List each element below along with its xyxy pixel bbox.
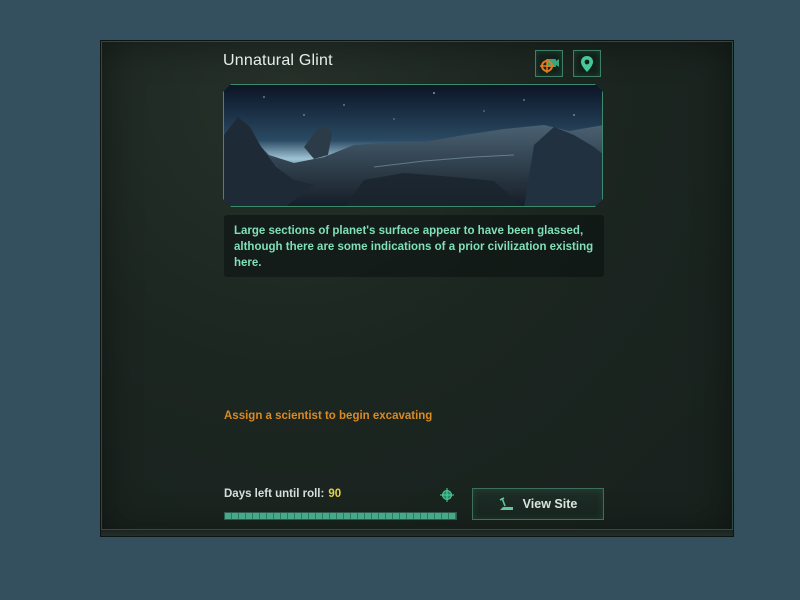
glassed-planet-landscape: [224, 85, 603, 207]
archaeology-site-panel: Unnatural Glint Large sections of planet…: [100, 40, 734, 537]
status-message: Assign a scientist to begin excavating: [224, 410, 433, 422]
event-title: Unnatural Glint: [223, 52, 333, 69]
roll-progress-fill: [225, 513, 456, 519]
site-image: [223, 84, 603, 207]
event-description: Large sections of planet's surface appea…: [224, 215, 604, 277]
view-site-button[interactable]: View Site: [472, 488, 604, 520]
days-left-label: Days left until roll: 90: [224, 488, 341, 500]
location-pin-icon: [581, 55, 593, 72]
view-site-label: View Site: [522, 497, 578, 511]
days-left-value: 90: [328, 488, 342, 500]
excavation-icon: [499, 497, 513, 510]
roll-progress-bar: [224, 512, 457, 520]
camera-target-icon: [540, 58, 559, 73]
days-left-text: Days left until roll:: [224, 488, 325, 500]
location-button[interactable]: [573, 50, 601, 77]
crosshair-icon: [440, 488, 454, 502]
camera-button[interactable]: [535, 50, 563, 77]
